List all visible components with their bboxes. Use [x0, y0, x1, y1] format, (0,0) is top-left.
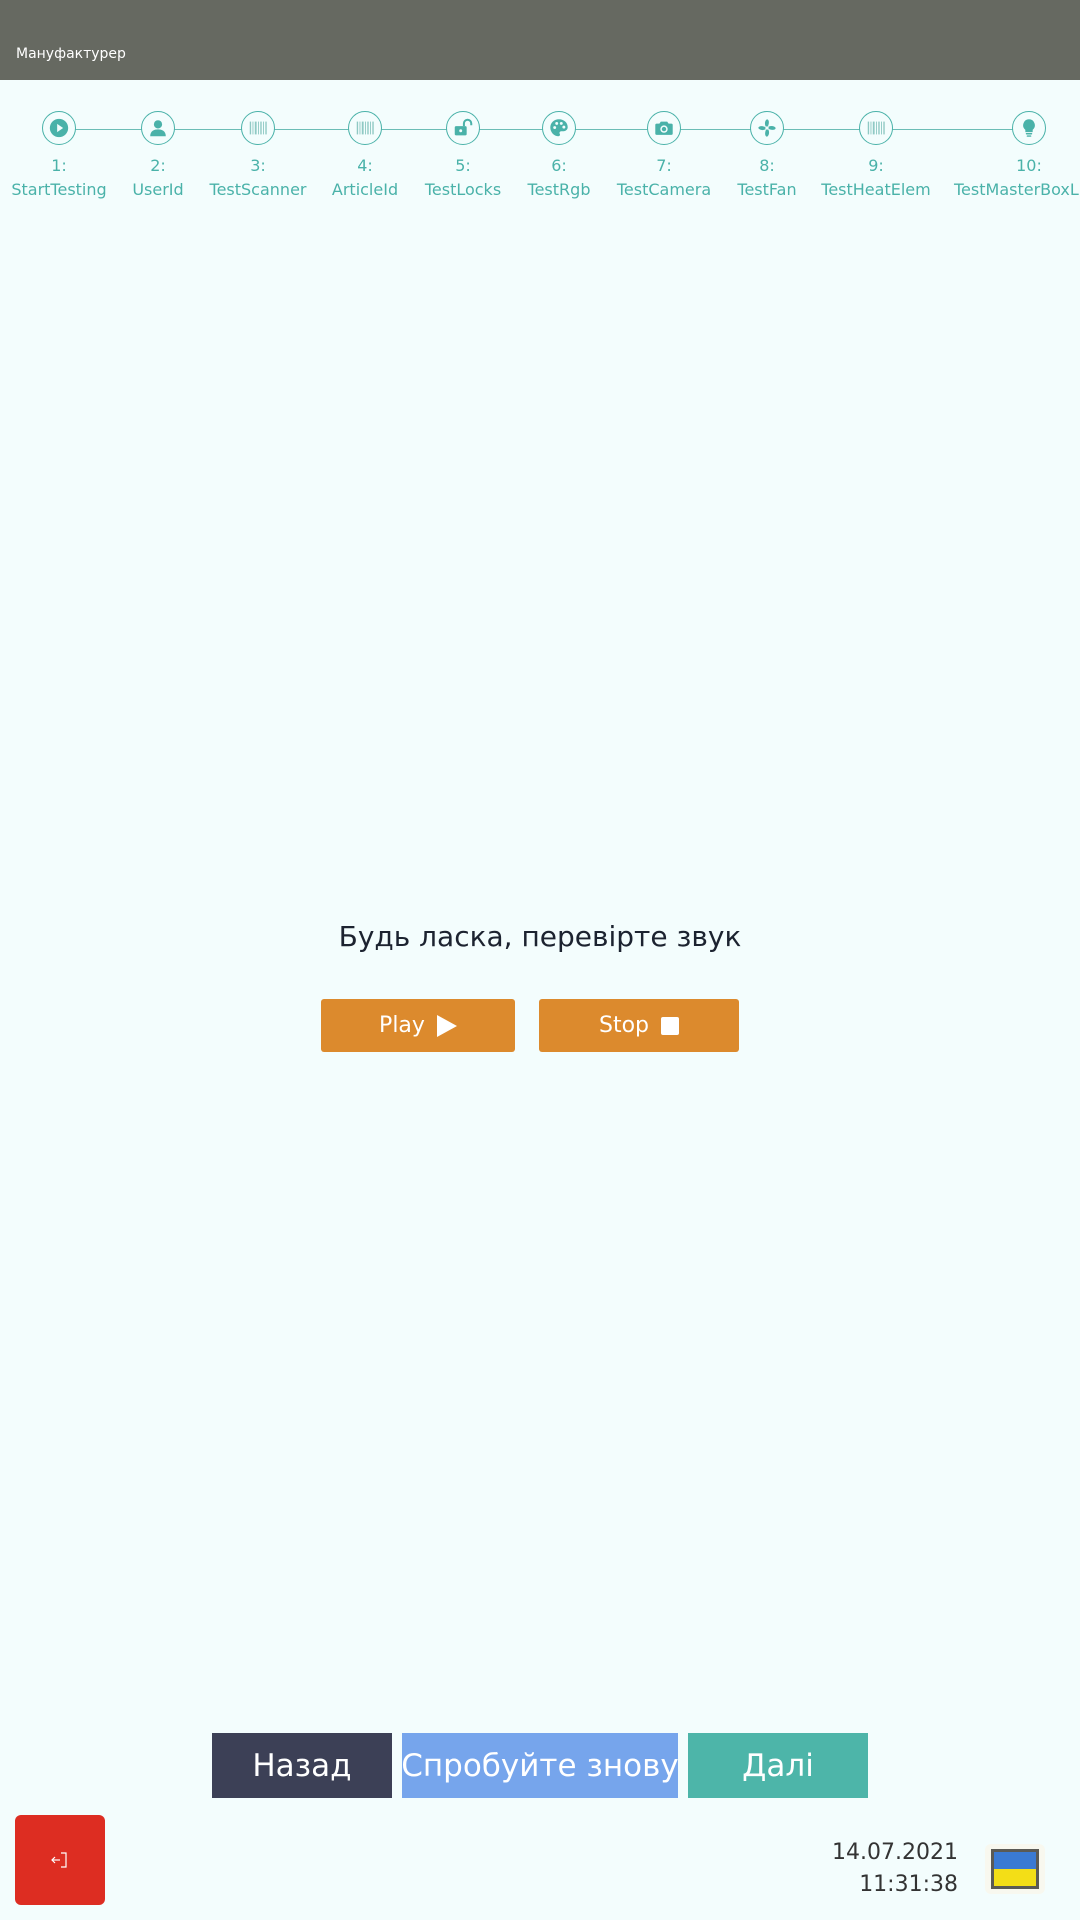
- step-number: 9:: [868, 156, 884, 175]
- current-date: 14.07.2021: [832, 1840, 958, 1865]
- language-selector[interactable]: [985, 1844, 1045, 1894]
- current-time: 11:31:38: [859, 1872, 958, 1897]
- camera-icon: [647, 111, 681, 145]
- datetime-display: 14.07.2021 11:31:38: [832, 1837, 958, 1901]
- palette-icon: [542, 111, 576, 145]
- retry-button[interactable]: Спробуйте знову: [401, 1733, 679, 1798]
- stop-button-label: Stop: [598, 1013, 649, 1038]
- lightbulb-icon: [1012, 111, 1046, 145]
- app-title: Мануфактурер: [16, 46, 126, 62]
- barcode-icon: [348, 111, 382, 145]
- stop-icon: [661, 1016, 679, 1035]
- play-icon: [436, 1014, 457, 1037]
- sound-check-prompt: Будь ласка, перевірте звук: [338, 920, 742, 953]
- step-number: 10:: [1016, 156, 1042, 175]
- ukraine-flag-icon: [991, 1849, 1039, 1889]
- play-button-label: Play: [379, 1013, 425, 1038]
- stop-button[interactable]: Stop: [539, 999, 739, 1052]
- header-bar: Мануфактурер: [0, 0, 1080, 80]
- step-test-master-box-light[interactable]: 10: TestMasterBoxLight: [954, 108, 1080, 202]
- barcode-icon: [859, 111, 893, 145]
- user-icon: [141, 111, 175, 145]
- step-name: TestMasterBoxLight: [954, 180, 1080, 199]
- progress-stepper: 1: StartTesting 2: UserId 3: TestScanner…: [0, 108, 1080, 208]
- exit-button[interactable]: [15, 1815, 105, 1905]
- barcode-icon: [241, 111, 275, 145]
- logout-icon: [51, 1852, 67, 1868]
- play-button[interactable]: Play: [321, 999, 515, 1052]
- fan-icon: [750, 111, 784, 145]
- unlock-icon: [446, 111, 480, 145]
- step-test-heat-elem[interactable]: 9: TestHeatElem: [801, 108, 951, 202]
- step-name: TestHeatElem: [821, 180, 931, 199]
- next-button[interactable]: Далі: [688, 1733, 868, 1798]
- play-circle-icon: [42, 111, 76, 145]
- back-button[interactable]: Назад: [212, 1733, 392, 1798]
